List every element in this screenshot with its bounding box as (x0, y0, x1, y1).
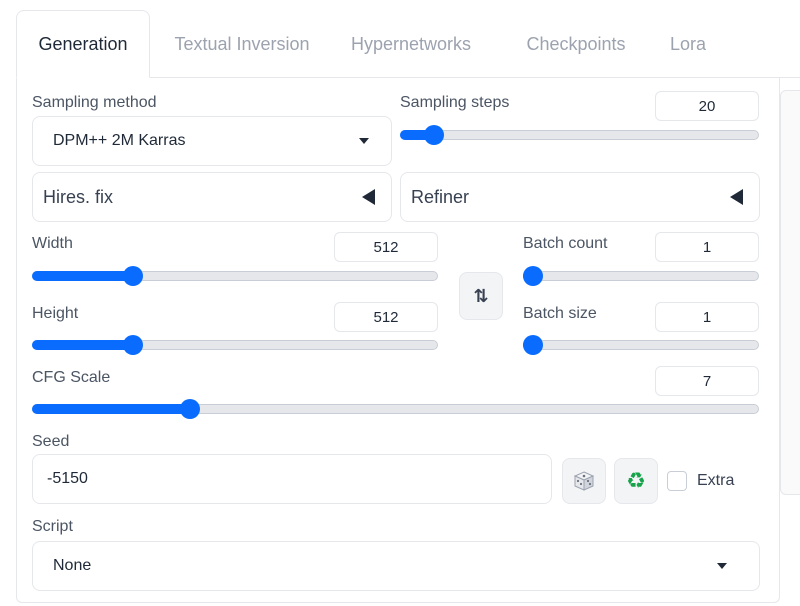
sampling-method-value: DPM++ 2M Karras (53, 132, 186, 149)
width-input[interactable]: 512 (334, 232, 438, 262)
slider-track (400, 130, 759, 140)
swap-dimensions-button[interactable]: ⇅ (459, 272, 503, 320)
tab-bar: Generation Textual Inversion Hypernetwor… (16, 10, 800, 78)
reuse-seed-button[interactable]: ♻ (614, 458, 658, 504)
tab-hypernetworks[interactable]: Hypernetworks (336, 10, 486, 78)
triangle-left-icon (730, 189, 743, 205)
cfg-scale-slider[interactable] (32, 399, 759, 419)
chevron-down-icon (359, 138, 369, 144)
random-seed-button[interactable] (562, 458, 606, 504)
seed-label: Seed (32, 433, 70, 450)
tab-lora[interactable]: Lora (656, 10, 720, 78)
side-panel-edge (780, 90, 800, 495)
slider-thumb[interactable] (523, 335, 543, 355)
hires-fix-label: Hires. fix (43, 186, 114, 207)
slider-fill (32, 271, 134, 281)
sampling-method-label: Sampling method (32, 94, 157, 111)
script-dropdown[interactable]: None (32, 541, 760, 591)
height-label: Height (32, 305, 79, 322)
width-slider[interactable] (32, 266, 438, 286)
slider-thumb[interactable] (423, 125, 444, 145)
batch-size-input[interactable]: 1 (655, 302, 759, 332)
seed-value: -5150 (47, 470, 88, 487)
slider-thumb[interactable] (123, 335, 144, 355)
batch-size-label: Batch size (523, 305, 597, 322)
slider-thumb[interactable] (180, 399, 201, 419)
seed-input[interactable]: -5150 (32, 454, 552, 504)
extra-checkbox[interactable] (667, 471, 687, 491)
tab-textual-inversion[interactable]: Textual Inversion (156, 10, 328, 78)
slider-track (523, 340, 759, 350)
tab-checkpoints[interactable]: Checkpoints (506, 10, 646, 78)
sampling-steps-slider[interactable] (400, 125, 759, 145)
sampling-method-dropdown[interactable]: DPM++ 2M Karras (32, 116, 392, 166)
swap-vertical-icon: ⇅ (473, 285, 489, 306)
extra-label: Extra (697, 472, 735, 489)
height-slider[interactable] (32, 335, 438, 355)
recycle-icon: ♻ (626, 468, 646, 493)
cfg-scale-label: CFG Scale (32, 369, 111, 386)
slider-fill (32, 404, 191, 414)
script-value: None (53, 557, 92, 574)
height-input[interactable]: 512 (334, 302, 438, 332)
triangle-left-icon (362, 189, 375, 205)
batch-count-slider[interactable] (523, 266, 759, 286)
hires-fix-accordion[interactable]: Hires. fix (32, 172, 392, 222)
sampling-steps-label: Sampling steps (400, 94, 510, 111)
slider-fill (32, 340, 134, 350)
refiner-accordion[interactable]: Refiner (400, 172, 760, 222)
chevron-down-icon (717, 563, 727, 569)
script-label: Script (32, 518, 73, 535)
batch-count-input[interactable]: 1 (655, 232, 759, 262)
tab-generation[interactable]: Generation (16, 10, 150, 78)
batch-size-slider[interactable] (523, 335, 759, 355)
refiner-label: Refiner (411, 186, 470, 207)
sampling-steps-input[interactable]: 20 (655, 91, 759, 121)
slider-track (523, 271, 759, 281)
width-label: Width (32, 235, 73, 252)
cfg-scale-input[interactable]: 7 (655, 366, 759, 396)
slider-thumb[interactable] (523, 266, 543, 286)
slider-thumb[interactable] (123, 266, 144, 286)
dice-icon (573, 471, 595, 491)
batch-count-label: Batch count (523, 235, 608, 252)
